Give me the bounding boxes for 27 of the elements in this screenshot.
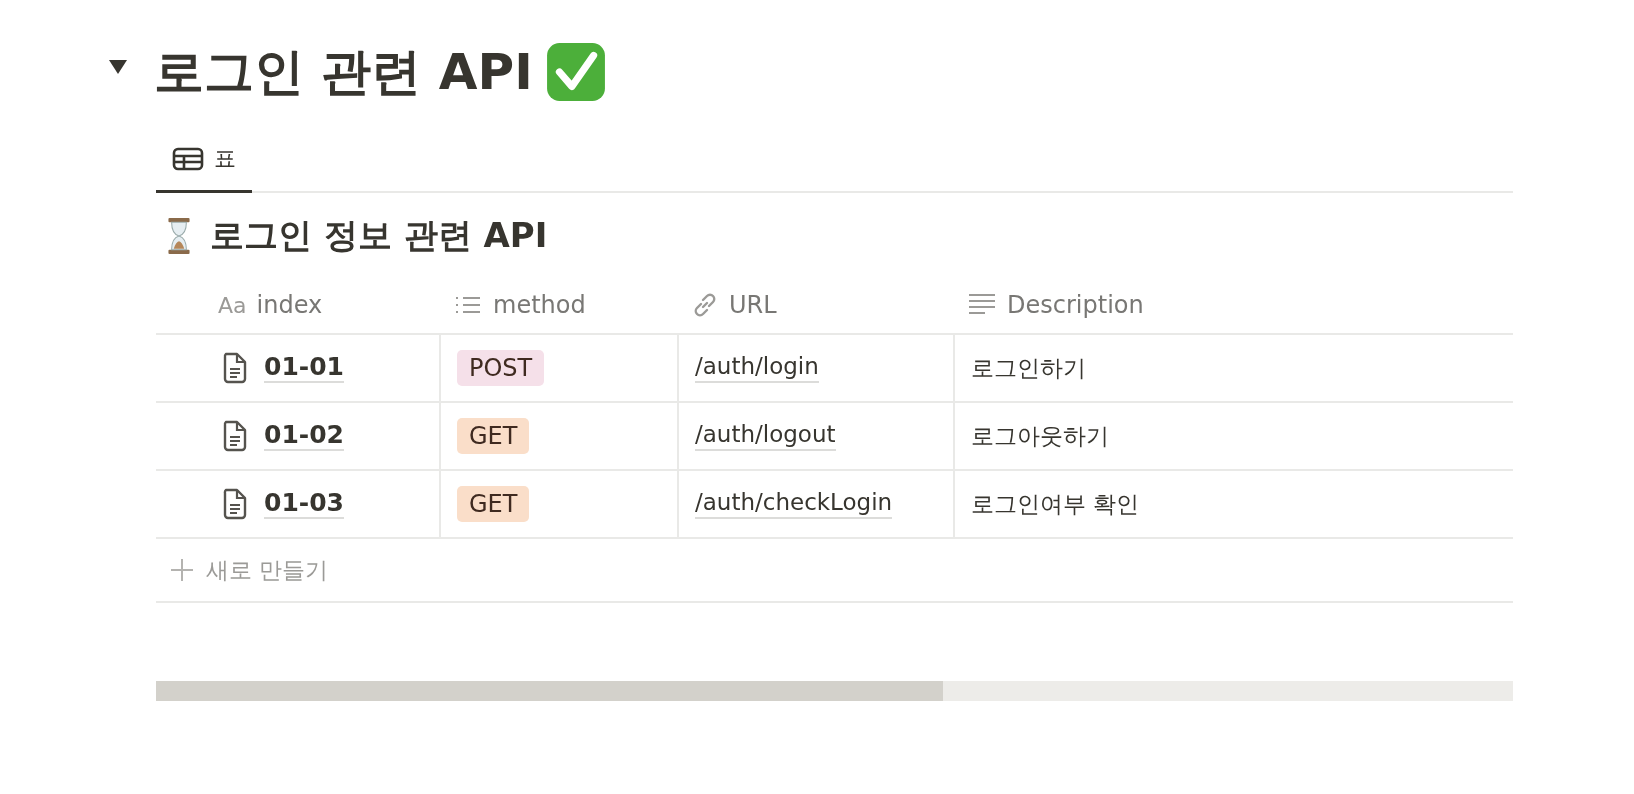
document-icon [222, 488, 248, 520]
url-link[interactable]: /auth/login [695, 353, 819, 383]
method-tag: POST [457, 350, 545, 386]
column-header[interactable]: method [493, 291, 586, 319]
page-link[interactable]: 01-02 [264, 420, 344, 452]
column-header[interactable]: Description [1007, 291, 1144, 319]
column-header[interactable]: index [256, 291, 323, 319]
text-type-icon: Aa [218, 292, 247, 318]
page-link[interactable]: 01-01 [264, 352, 344, 384]
page-link[interactable]: 01-03 [264, 488, 344, 520]
plus-icon [170, 558, 194, 582]
url-link[interactable]: /auth/logout [695, 421, 836, 451]
view-tab[interactable]: 표 [156, 134, 252, 193]
url-link[interactable]: /auth/checkLogin [695, 489, 893, 519]
document-icon [222, 420, 248, 452]
method-tag: GET [457, 486, 530, 522]
description-text: 로그아웃하기 [971, 421, 1109, 451]
description-text: 로그인하기 [971, 353, 1086, 383]
page-heading: 로그인 관련 API [154, 42, 533, 103]
method-tag: GET [457, 418, 530, 454]
document-icon [222, 352, 248, 384]
column-header[interactable]: URL [729, 291, 777, 319]
scrollbar-track[interactable] [156, 681, 1513, 701]
database-title: 로그인 정보 관련 API [210, 214, 548, 257]
scrollbar-thumb[interactable] [156, 681, 944, 701]
description-text: 로그인여부 확인 [971, 489, 1140, 519]
table-icon [172, 147, 204, 171]
